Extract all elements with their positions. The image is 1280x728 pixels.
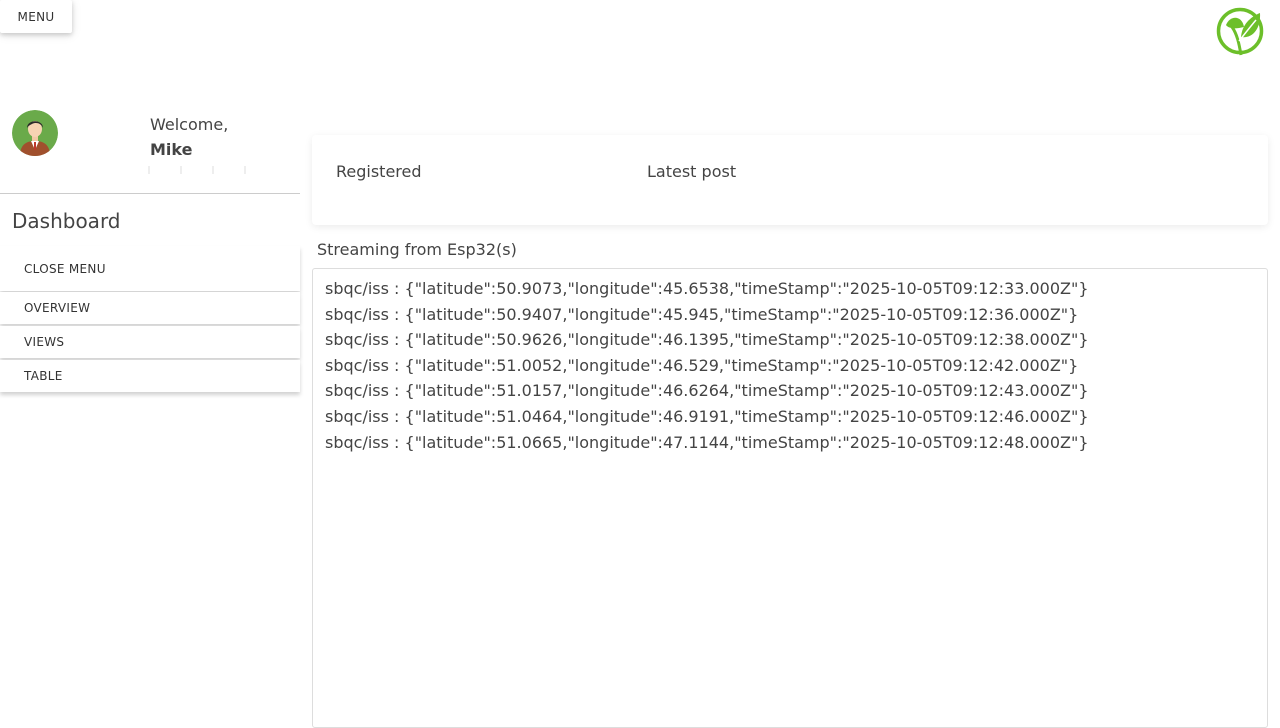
sidebar: Welcome, Mike Dashboard CLOSE MENU OVERV… — [0, 100, 300, 720]
social-icon[interactable] — [148, 166, 150, 174]
social-icons — [148, 166, 246, 174]
user-avatar — [12, 110, 58, 156]
stream-line: sbqc/iss : {"latitude":50.9073,"longitud… — [325, 279, 1089, 298]
stream-line: sbqc/iss : {"latitude":50.9407,"longitud… — [325, 304, 1079, 324]
stream-log[interactable]: sbqc/iss : {"latitude":50.9073,"longitud… — [312, 268, 1268, 728]
social-icon[interactable] — [212, 166, 214, 174]
leaf-logo-icon — [1214, 5, 1266, 57]
sidebar-divider — [0, 193, 300, 194]
welcome-message: Welcome, Mike — [150, 112, 228, 162]
welcome-label: Welcome, — [150, 115, 229, 134]
menu-button[interactable]: MENU — [0, 0, 72, 33]
latest-post-stat-label: Latest post — [647, 162, 737, 181]
stream-line: sbqc/iss : {"latitude":51.0052,"longitud… — [325, 355, 1079, 375]
sidebar-item-table[interactable]: TABLE — [0, 360, 300, 392]
sidebar-item-views[interactable]: VIEWS — [0, 326, 300, 358]
registered-stat-label: Registered — [336, 162, 422, 181]
stream-line: sbqc/iss : {"latitude":51.0157,"longitud… — [325, 381, 1089, 401]
social-icon[interactable] — [244, 166, 246, 174]
close-menu-button[interactable]: CLOSE MENU — [0, 246, 300, 291]
sidebar-title: Dashboard — [12, 209, 121, 233]
sidebar-item-overview[interactable]: OVERVIEW — [0, 292, 300, 324]
social-icon[interactable] — [180, 166, 182, 174]
user-name: Mike — [150, 140, 193, 159]
stream-heading: Streaming from Esp32(s) — [317, 240, 517, 259]
stream-line: sbqc/iss : {"latitude":51.0665,"longitud… — [325, 432, 1089, 452]
stats-card: Registered Latest post — [312, 135, 1268, 225]
stream-line: sbqc/iss : {"latitude":51.0464,"longitud… — [325, 406, 1089, 426]
stream-line: sbqc/iss : {"latitude":50.9626,"longitud… — [325, 330, 1089, 350]
